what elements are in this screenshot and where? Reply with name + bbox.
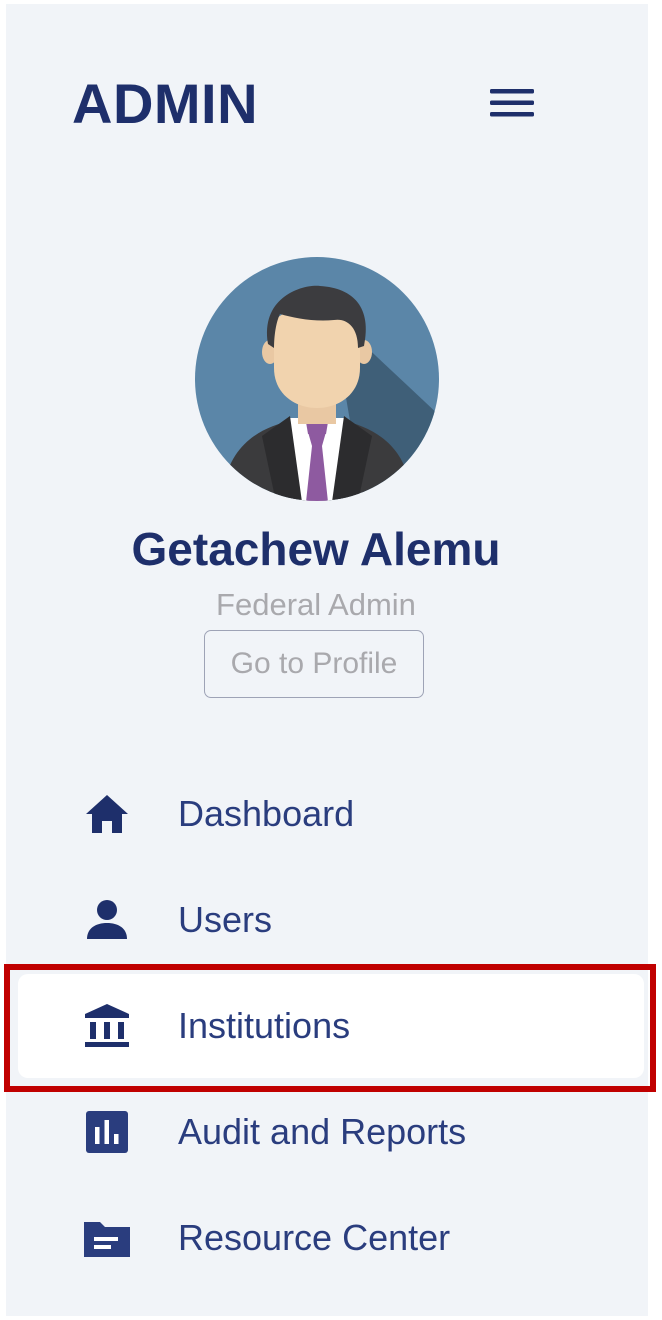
folder-icon (82, 1213, 132, 1263)
sidebar: ADMIN Getachew Alemu Federal Admin Go to… (6, 4, 648, 1316)
nav-item-institutions[interactable]: Institutions (18, 974, 644, 1078)
nav-label-dashboard: Dashboard (178, 793, 355, 834)
institution-icon (82, 1001, 132, 1051)
nav-label-resource-center: Resource Center (178, 1217, 451, 1258)
bar-chart-icon (82, 1107, 132, 1157)
nav-item-users[interactable]: Users (18, 868, 644, 972)
nav-label-audit-and-reports: Audit and Reports (178, 1111, 467, 1152)
nav-label-institutions: Institutions (178, 1005, 351, 1046)
nav-menu: Dashboard Users Institutions Audit and R… (6, 4, 648, 1316)
nav-item-audit-and-reports[interactable]: Audit and Reports (18, 1080, 644, 1184)
nav-item-dashboard[interactable]: Dashboard (18, 762, 644, 866)
nav-label-users: Users (178, 899, 273, 940)
nav-item-resource-center[interactable]: Resource Center (18, 1186, 644, 1290)
user-icon (82, 895, 132, 945)
home-icon (82, 789, 132, 839)
